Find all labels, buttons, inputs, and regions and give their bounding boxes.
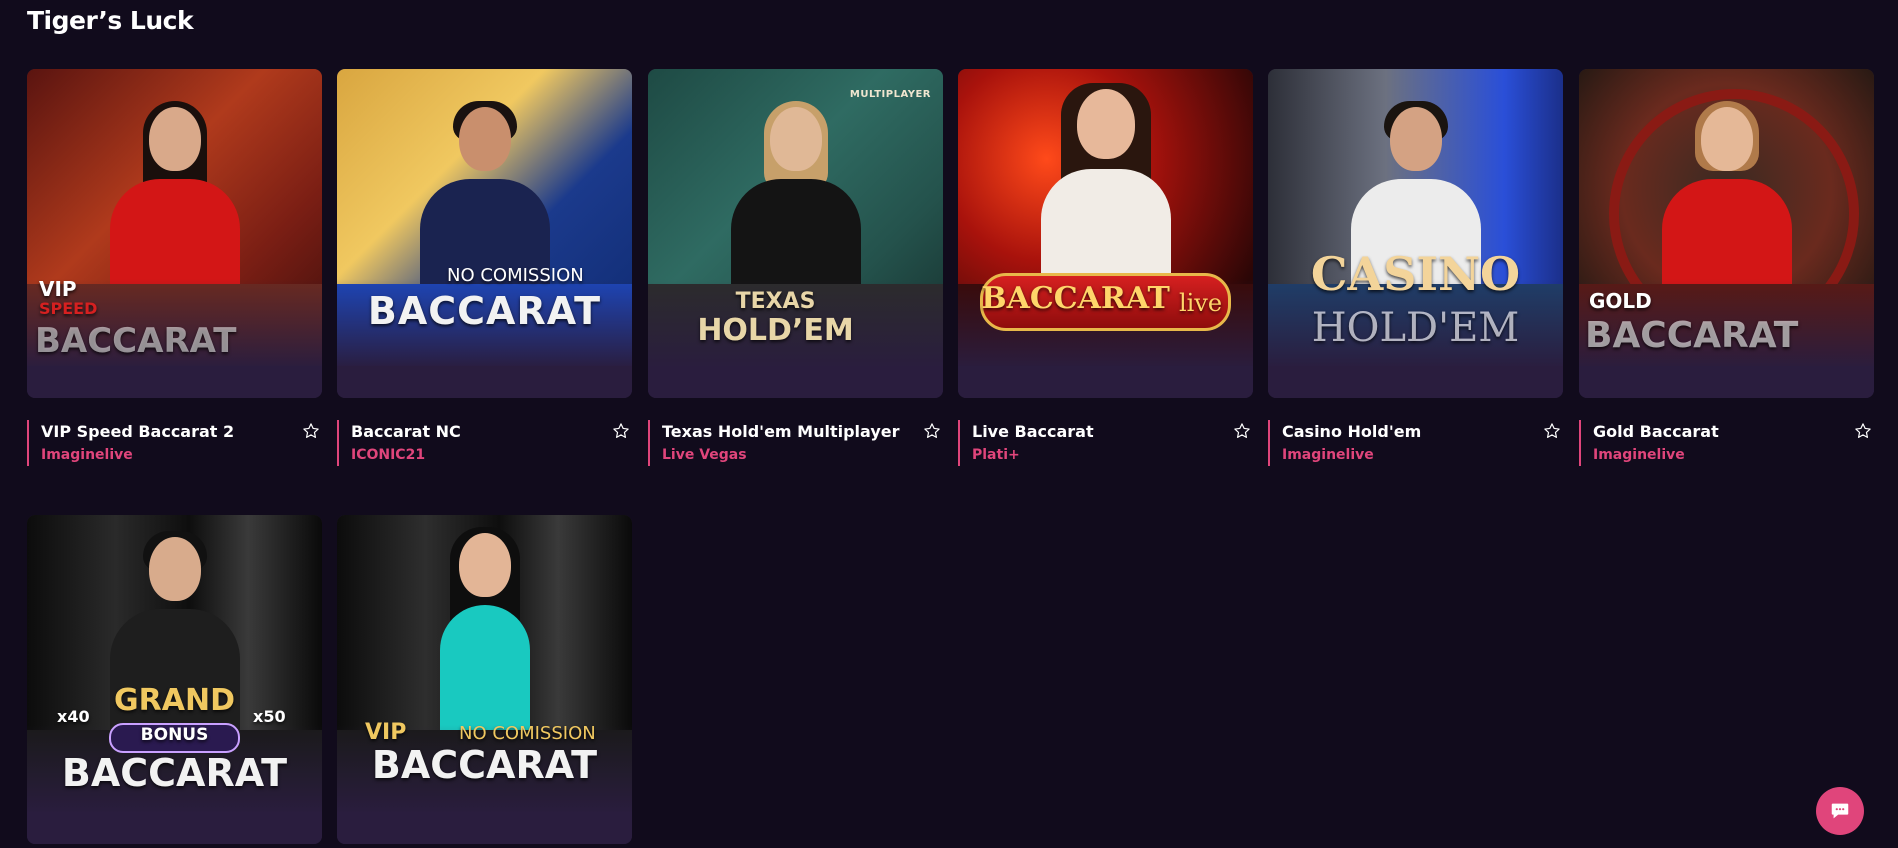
star-outline-icon[interactable] — [1541, 420, 1563, 442]
game-title[interactable]: Casino Hold'em — [1282, 422, 1421, 441]
star-outline-icon[interactable] — [610, 420, 632, 442]
game-thumbnail[interactable]: NO COMISSION VIP BACCARAT — [337, 515, 632, 844]
logo-main: BACCARAT — [371, 743, 598, 787]
game-card[interactable]: MULTIPLAYER TEXAS HOLD’EM Texas Hold'em … — [648, 69, 943, 466]
game-title[interactable]: Gold Baccarat — [1593, 422, 1719, 441]
game-thumbnail[interactable]: NO COMISSION BACCARAT — [337, 69, 632, 398]
accent-bar — [648, 420, 650, 466]
logo-top: VIP — [39, 277, 77, 301]
logo-top: CASINO — [1310, 247, 1521, 301]
logo-main: HOLD'EM — [1311, 305, 1520, 351]
logo-top: TEXAS — [735, 289, 816, 314]
star-outline-icon[interactable] — [300, 420, 322, 442]
game-card[interactable]: NO COMISSION BACCARAT Baccarat NC ICONIC… — [337, 69, 632, 466]
game-provider[interactable]: Live Vegas — [662, 447, 747, 463]
accent-bar — [27, 420, 29, 466]
multiplayer-badge: MULTIPLAYER — [849, 89, 931, 100]
game-thumbnail[interactable]: BACCARAT live — [958, 69, 1253, 398]
game-provider[interactable]: ICONIC21 — [351, 447, 425, 463]
game-card[interactable]: NO COMISSION VIP BACCARAT — [337, 515, 632, 844]
game-card[interactable]: GRAND BONUS x40 x50 BACCARAT — [27, 515, 322, 844]
game-thumbnail[interactable]: VIP SPEED BACCARAT — [27, 69, 322, 398]
accent-bar — [1579, 420, 1581, 466]
game-meta: VIP Speed Baccarat 2 Imaginelive — [27, 420, 322, 466]
game-meta: Baccarat NC ICONIC21 — [337, 420, 632, 466]
accent-bar — [958, 420, 960, 466]
logo-top: GOLD — [1589, 289, 1652, 313]
game-provider[interactable]: Imaginelive — [1593, 447, 1685, 463]
multiplier-left: x40 — [57, 707, 90, 726]
game-title[interactable]: Baccarat NC — [351, 422, 461, 441]
multiplier-right: x50 — [253, 707, 286, 726]
logo-mid: BONUS — [140, 725, 209, 745]
game-thumbnail[interactable]: MULTIPLAYER TEXAS HOLD’EM — [648, 69, 943, 398]
game-card[interactable]: CASINO HOLD'EM Casino Hold'em Imagineliv… — [1268, 69, 1563, 466]
logo-top: NO COMISSION — [459, 723, 596, 744]
game-card[interactable]: VIP SPEED BACCARAT VIP Speed Baccarat 2 … — [27, 69, 322, 466]
logo-main: BACCARAT — [1585, 315, 1799, 356]
logo-main: BACCARAT — [367, 289, 602, 333]
accent-bar — [337, 420, 339, 466]
game-meta: Texas Hold'em Multiplayer Live Vegas — [648, 420, 943, 466]
game-title[interactable]: Texas Hold'em Multiplayer — [662, 422, 900, 441]
game-thumbnail[interactable]: CASINO HOLD'EM — [1268, 69, 1563, 398]
game-card[interactable]: BACCARAT live Live Baccarat Plati+ — [958, 69, 1253, 466]
game-title[interactable]: VIP Speed Baccarat 2 — [41, 422, 234, 441]
logo-mid: SPEED — [39, 299, 98, 318]
logo-top: NO COMISSION — [447, 265, 584, 286]
accent-bar — [1268, 420, 1270, 466]
star-outline-icon[interactable] — [921, 420, 943, 442]
star-outline-icon[interactable] — [1231, 420, 1253, 442]
game-provider[interactable]: Imaginelive — [41, 447, 133, 463]
star-outline-icon[interactable] — [1852, 420, 1874, 442]
game-thumbnail[interactable]: GRAND BONUS x40 x50 BACCARAT — [27, 515, 322, 844]
dealer-figure — [420, 527, 550, 755]
logo-suffix: live — [1178, 289, 1223, 317]
section-title: Tiger’s Luck — [27, 6, 194, 35]
game-title[interactable]: Live Baccarat — [972, 422, 1094, 441]
game-provider[interactable]: Imaginelive — [1282, 447, 1374, 463]
game-meta: Live Baccarat Plati+ — [958, 420, 1253, 466]
game-meta: Gold Baccarat Imaginelive — [1579, 420, 1874, 466]
game-thumbnail[interactable]: GOLD BACCARAT — [1579, 69, 1874, 398]
chat-button[interactable] — [1816, 787, 1864, 835]
logo-main: BACCARAT — [61, 751, 288, 795]
chat-bubble-icon — [1831, 803, 1849, 819]
logo-main: HOLD’EM — [697, 313, 854, 348]
logo-main: BACCARAT — [35, 321, 237, 361]
game-meta: Casino Hold'em Imaginelive — [1268, 420, 1563, 466]
logo-main: BACCARAT — [981, 281, 1170, 316]
game-provider[interactable]: Plati+ — [972, 447, 1020, 463]
game-card[interactable]: GOLD BACCARAT Gold Baccarat Imaginelive — [1579, 69, 1874, 466]
logo-pre: VIP — [365, 720, 407, 745]
